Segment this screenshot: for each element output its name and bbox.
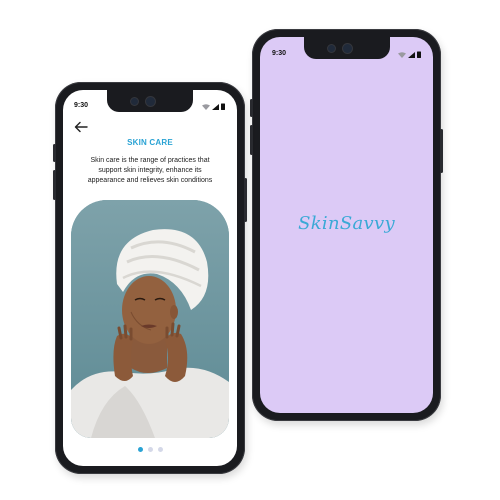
splash-screen: 9:30 SkinSavvy (260, 37, 433, 413)
volume-button (250, 99, 253, 117)
battery-icon (417, 51, 421, 58)
signal-icon (408, 52, 415, 58)
phone-frame-splash: 9:30 SkinSavvy (250, 29, 443, 421)
status-icons (398, 51, 421, 58)
status-time: 9:30 (74, 102, 89, 109)
phone-frame-onboarding: 9:30 SKIN CARE Skin care is the range of… (53, 82, 247, 474)
page-indicator (63, 447, 237, 452)
volume-button (53, 144, 56, 162)
skincare-photo (71, 200, 229, 438)
camera-icon (342, 44, 352, 53)
battery-icon (221, 103, 225, 110)
phone-notch (107, 90, 193, 112)
power-button (244, 178, 247, 222)
page-dot[interactable] (157, 447, 163, 452)
volume-button (250, 125, 253, 155)
woman-towel-illustration (71, 200, 229, 438)
status-time: 9:30 (272, 50, 287, 57)
page-title: SKIN CARE (127, 138, 173, 147)
camera-icon (131, 98, 138, 105)
page-dot[interactable] (147, 447, 153, 452)
wifi-icon (202, 104, 210, 110)
arrow-left-icon[interactable] (74, 121, 88, 133)
wifi-icon (398, 52, 406, 58)
phone-notch (303, 37, 390, 59)
power-button (440, 129, 443, 173)
volume-button (53, 170, 56, 200)
description-text: Skin care is the range of practices that… (87, 157, 213, 184)
camera-icon (146, 97, 155, 106)
brand-logo: SkinSavvy (298, 213, 395, 234)
camera-icon (327, 45, 335, 52)
signal-icon (212, 104, 219, 110)
onboarding-screen: 9:30 SKIN CARE Skin care is the range of… (63, 90, 237, 466)
status-icons (202, 103, 225, 110)
page-dot-active[interactable] (137, 447, 143, 452)
